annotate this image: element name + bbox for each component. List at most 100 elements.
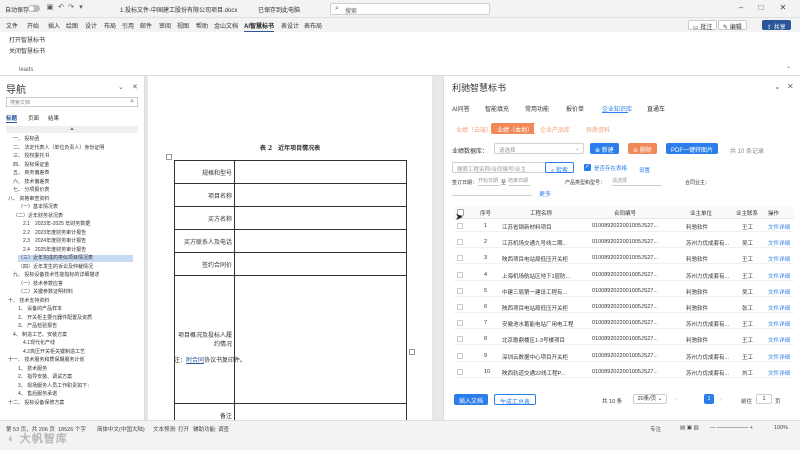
edit-button[interactable]: ✎ 编辑 (718, 20, 747, 31)
close-smart-bid-button[interactable]: 关闭智慧标书 (9, 46, 45, 55)
accessibility[interactable]: 辅助功能: 调查 (193, 425, 229, 433)
cell-value[interactable] (234, 183, 407, 208)
insert-doc-button[interactable]: 插入文档 (454, 394, 489, 405)
table-row[interactable]: 10 陕西轨道交通22线工程P... 0100892022001005JS27...… (454, 366, 794, 378)
row-detail-link[interactable]: 文件详细 (768, 353, 790, 361)
tab-pages[interactable]: 页面 (28, 114, 39, 122)
start-date-input[interactable]: 开始日期 (478, 177, 500, 186)
tab-smart-fill[interactable]: 智能填充 (485, 104, 509, 113)
tab-ai-qa[interactable]: AI问答 (452, 104, 470, 113)
focus-mode[interactable]: 专注 (650, 425, 661, 433)
nav-heading-item[interactable]: 2.3 2024年度财务审计报告 (23, 238, 86, 245)
row-checkbox[interactable] (457, 304, 463, 310)
autosave-toggle[interactable] (28, 5, 40, 12)
prev-page-icon[interactable]: ‹ (675, 397, 677, 403)
keyword-search-input[interactable]: 搜索工程名称/合同编号/业主 (452, 162, 547, 173)
nav-heading-item[interactable]: 3、 现场服务人员工作职责如下： (18, 383, 92, 390)
nav-heading-item[interactable]: （一）基本情况表 (18, 204, 58, 211)
row-checkbox[interactable] (457, 239, 463, 246)
menu-review[interactable]: 审阅 (159, 21, 171, 30)
cell-value[interactable] (234, 206, 407, 231)
nav-heading-item[interactable]: 2、 开关柜主要元器件配置及资质 (18, 315, 92, 322)
menu-help[interactable]: 帮助 (196, 21, 208, 30)
row-detail-link[interactable]: 文件详细 (768, 336, 790, 344)
nav-heading-item[interactable]: （二）近年财务状况表 (13, 213, 63, 220)
note-link[interactable]: 附合同 (186, 357, 204, 364)
collapse-all-button[interactable]: ▲ (6, 126, 138, 133)
pdf-to-image-button[interactable]: PDF一键转图片 (666, 143, 719, 154)
row-detail-link[interactable]: 文件详细 (768, 239, 790, 247)
maximize-icon[interactable]: □ (754, 3, 768, 12)
nav-options-icon[interactable]: ⌄ (118, 83, 124, 91)
owner-input[interactable] (452, 187, 532, 196)
delete-button[interactable]: ⊖ 删除 (628, 143, 657, 154)
menu-mailings[interactable]: 邮件 (140, 21, 152, 30)
table-row[interactable]: 2 江苏机场交通九号线二期... 0100892022001005JS27... 苏州… (454, 236, 794, 249)
nav-heading-item[interactable]: 4.2高压开关柜关键制造工艺 (23, 349, 85, 356)
nav-heading-item[interactable]: 2.2 2023年度财务审计报告 (23, 230, 86, 237)
tab-express[interactable]: 直通车 (647, 104, 665, 113)
nav-heading-item[interactable]: 3、 产品检验报告 (18, 323, 57, 330)
menu-kingsoft[interactable]: 金山文档 (214, 21, 238, 30)
menu-draw[interactable]: 绘图 (66, 21, 78, 30)
save-icon[interactable]: ▣ (46, 4, 54, 12)
nav-heading-item[interactable]: 4、 售后服务承诺 (18, 391, 57, 398)
zoom-level[interactable]: 100% (774, 425, 788, 431)
nav-heading-item[interactable]: （二）关键参数证明材料 (18, 289, 73, 296)
nav-heading-item[interactable]: 七、 分项报价表 (13, 187, 49, 194)
settings-link[interactable]: 设置 (639, 166, 650, 174)
language[interactable]: 简体中文(中国大陆) (97, 425, 145, 433)
nav-heading-item[interactable]: 十一、 技术服务和质保期服务计划 (8, 357, 84, 364)
nav-heading-item[interactable]: 4.1现代化产线 (23, 340, 55, 347)
comment-button[interactable]: ▭ 批注 (688, 20, 718, 31)
row-detail-link[interactable]: 文件详细 (768, 304, 790, 312)
nav-heading-item[interactable]: 4、 制造工艺、安装方案 (13, 332, 67, 339)
nav-heading-item[interactable]: 九、 投标设备技术性能指标的详细描述 (13, 272, 99, 279)
row-checkbox[interactable] (457, 352, 463, 359)
row-checkbox[interactable] (457, 320, 463, 327)
ribbon-collapse-icon[interactable]: ⌃ (786, 66, 791, 73)
nav-heading-item[interactable]: 五、 商务偏差表 (13, 170, 49, 177)
undo-icon[interactable]: ↶ (57, 4, 65, 12)
table-move-handle[interactable] (166, 154, 172, 160)
nav-heading-item[interactable]: 1、 技术服务 (18, 366, 47, 373)
cell-value[interactable] (234, 229, 407, 254)
row-checkbox[interactable] (457, 287, 463, 294)
row-checkbox[interactable] (457, 223, 463, 229)
nav-heading-item[interactable]: （三）近年完成的类似项目情况表 (18, 255, 133, 262)
row-detail-link[interactable]: 文件详细 (768, 272, 790, 280)
search-box[interactable]: ⌕ 搜索 (330, 3, 490, 15)
minimize-icon[interactable]: – (734, 3, 748, 12)
row-checkbox[interactable] (457, 336, 463, 343)
menu-table-layout[interactable]: 表布局 (304, 21, 322, 30)
db-select[interactable]: 请选择 ⌄ (494, 143, 584, 154)
text-prediction[interactable]: 文本预测: 打开 (153, 425, 189, 433)
nav-heading-item[interactable]: 二、 法定代表人（单位负责人）身份证明 (13, 145, 104, 152)
nav-heading-item[interactable]: （四）近年发生的诉讼及仲裁情况 (18, 264, 93, 271)
share-button[interactable]: ⇪ 共享 (762, 20, 791, 31)
tab-headings[interactable]: 标题 (6, 114, 18, 123)
table-row[interactable]: 8 北京歌鼎楼区1-3号楼项目 0100892022001005JS27... 利驰软… (454, 333, 794, 346)
more-icon[interactable]: ▾ (77, 4, 85, 12)
zoom-slider[interactable]: — ──────── + (710, 425, 753, 431)
nav-heading-item[interactable]: 八、 资格审查资料 (8, 196, 49, 203)
row-checkbox[interactable] (457, 368, 463, 375)
row-detail-link[interactable]: 文件详细 (768, 288, 790, 296)
nav-heading-item[interactable]: 一、 投标函 (13, 136, 39, 143)
close-icon[interactable]: ✕ (776, 3, 790, 12)
menu-home[interactable]: 开始 (27, 21, 39, 30)
tab-quote[interactable]: 报价单 (566, 104, 584, 113)
tab-common[interactable]: 常用功能 (525, 104, 549, 113)
nav-search-input[interactable]: 搜索文档 ⌕ (6, 97, 138, 107)
menu-table-design[interactable]: 表设计 (281, 21, 299, 30)
table-row[interactable]: 9 深圳云数据中心项目开关柜 0100892022001005JS27... 苏州力优… (454, 350, 794, 362)
product-type-select[interactable]: 请选择 (612, 177, 662, 186)
table-row[interactable]: 5 中建三局第一建设工程有... 0100892022001005JS27... 利驰… (454, 285, 794, 297)
row-detail-link[interactable]: 文件详细 (768, 320, 790, 328)
table-row[interactable]: 7 安徽池水蓄能电站厂用电工程 0100892022001005JS27... 苏州力… (454, 317, 794, 330)
subtab-other[interactable]: 异质资料 (580, 123, 617, 134)
cell-value[interactable] (234, 252, 407, 277)
nav-heading-item[interactable]: 四、 投标保证金 (13, 162, 49, 169)
page-1-button[interactable]: 1 (704, 394, 714, 404)
has-table-checkbox[interactable] (584, 163, 591, 171)
